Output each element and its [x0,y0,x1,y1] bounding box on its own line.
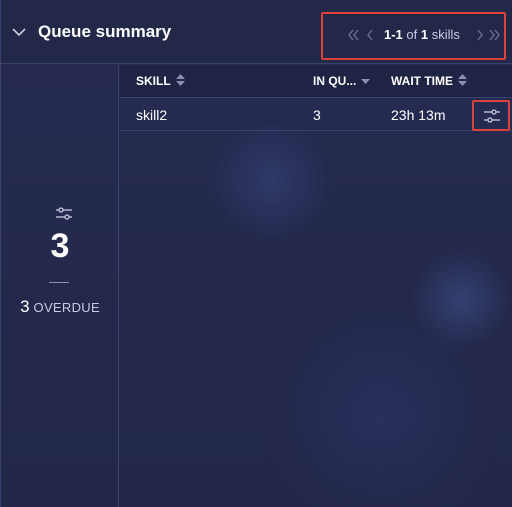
panel-title: Queue summary [38,22,172,41]
chevron-right-icon[interactable] [473,27,487,43]
pagination-label: 1-1 of 1 skills [384,27,460,42]
column-header-label: SKILL [136,74,171,88]
double-chevron-left-icon[interactable] [347,27,361,43]
column-header-in-queue[interactable]: IN QU... [313,74,371,89]
pagination-total: 1 [420,27,429,42]
overdue-summary: 3 OVERDUE [1,297,119,317]
sort-icon [175,74,185,89]
column-header-skill[interactable]: SKILL [136,74,185,89]
cell-in-queue: 3 [313,107,321,123]
cell-skill: skill2 [136,107,168,123]
double-chevron-right-icon[interactable] [487,27,501,43]
queue-count: 3 [50,227,70,265]
filter-sliders-icon[interactable] [472,100,510,131]
divider [49,282,69,283]
chevron-left-icon[interactable] [363,27,377,43]
column-header-label: IN QU... [313,74,357,88]
pagination-unit: skills [431,27,460,42]
summary-column: 3 3 OVERDUE [1,65,119,507]
chevron-down-icon[interactable] [11,24,27,40]
pagination-range: 1-1 [384,27,403,42]
column-header-wait-time[interactable]: WAIT TIME [391,74,467,89]
overdue-label: OVERDUE [33,300,100,315]
pagination-of: of [406,27,418,42]
cell-wait-time: 23h 13m [391,107,446,123]
panel-header: Queue summary 1-1 of 1 skills [1,0,512,64]
filter-sliders-icon [55,206,73,222]
queue-summary-panel: Queue summary 1-1 of 1 skills 3 3 OVERDU… [0,0,512,507]
overdue-count: 3 [20,297,30,316]
sort-icon [458,74,467,89]
table-row[interactable]: skill2 3 23h 13m [120,98,512,131]
column-header-label: WAIT TIME [391,74,453,88]
pagination: 1-1 of 1 skills [321,12,506,60]
table-header: SKILL IN QU... WAIT TIME [120,65,512,98]
sort-desc-icon [361,74,371,89]
